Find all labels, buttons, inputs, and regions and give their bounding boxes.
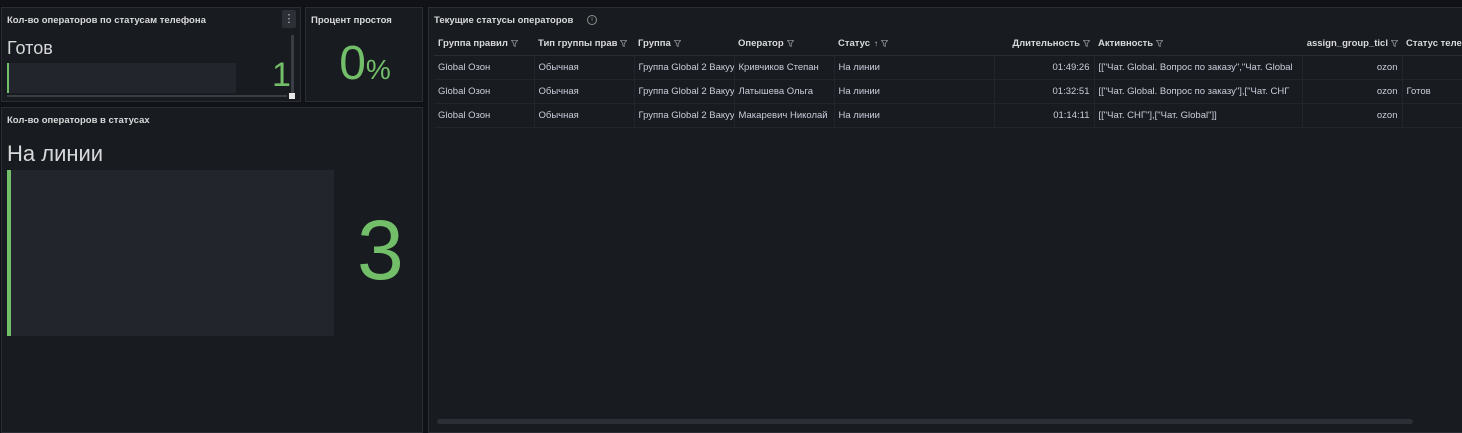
table-cell: Группа Global 2 Вакуу	[634, 79, 735, 104]
table-cell: На линии	[834, 103, 995, 128]
table-cell: Группа Global 2 Вакуу	[634, 103, 735, 128]
table-cell: На линии	[834, 55, 995, 80]
stat-value: 3	[357, 203, 404, 297]
sort-ascending-icon[interactable]: ↑	[874, 39, 878, 48]
operators-table: Группа правил Тип группы прав Группа Опе…	[434, 33, 1462, 128]
table-cell: Global Озон	[434, 55, 535, 80]
table-cell: Кривчиков Степан	[734, 55, 835, 80]
table-cell: ozon	[1302, 79, 1403, 104]
stat-name: На линии	[7, 141, 104, 166]
stat-bar-background	[7, 63, 236, 93]
column-header-label: Длительность	[1012, 38, 1080, 50]
table-row[interactable]: Global Озон Обычная Группа Global 2 Ваку…	[434, 103, 1462, 128]
table-cell: 01:14:11	[994, 103, 1095, 128]
column-header[interactable]: Оператор	[734, 33, 834, 56]
table-cell	[1402, 55, 1462, 80]
table-cell: Global Озон	[434, 103, 535, 128]
stat-bar-fill	[7, 63, 9, 93]
stat-name: Готов	[7, 38, 53, 58]
table-cell: [["Чат. Global. Вопрос по заказу","Чат. …	[1094, 55, 1303, 80]
column-header[interactable]: Длительность	[994, 33, 1094, 56]
column-header-label: Тип группы прав	[538, 38, 618, 50]
current-statuses-panel: Текущие статусы операторов i Группа прав…	[428, 7, 1462, 433]
table-cell: Обычная	[534, 79, 635, 104]
column-header[interactable]: Тип группы прав	[534, 33, 634, 56]
table-cell: 01:32:51	[994, 79, 1095, 104]
column-header-label: Группа правил	[438, 38, 508, 50]
filter-icon[interactable]	[881, 40, 889, 48]
table-cell	[1402, 103, 1462, 128]
horizontal-scrollbar[interactable]	[7, 95, 287, 97]
filter-icon[interactable]	[1083, 40, 1090, 48]
table-cell: ozon	[1302, 103, 1403, 128]
panel-title: Процент простоя	[311, 15, 392, 26]
stat-bar-fill	[7, 170, 11, 336]
column-header-label: Статус	[838, 38, 871, 50]
table-cell: 01:49:26	[994, 55, 1095, 80]
column-header[interactable]: Группа	[634, 33, 734, 56]
table-horizontal-scrollbar[interactable]	[437, 419, 1413, 424]
column-header[interactable]: Статус теле	[1402, 33, 1462, 56]
filter-icon[interactable]	[1156, 40, 1164, 48]
vertical-scrollbar[interactable]	[291, 35, 294, 95]
column-header-label: Группа	[638, 38, 671, 50]
column-header[interactable]: Статус ↑	[834, 33, 994, 56]
filter-icon[interactable]	[510, 40, 518, 48]
phone-status-panel: Кол-во операторов по статусам телефона ⋮…	[1, 7, 301, 102]
table-row[interactable]: Global Озон Обычная Группа Global 2 Ваку…	[434, 55, 1462, 80]
percent-unit: %	[365, 54, 391, 85]
column-header[interactable]: assign_group_ticl	[1302, 33, 1402, 56]
status-count-panel: Кол-во операторов в статусах На линии 3	[1, 107, 423, 433]
table-cell: [["Чат. Global. Вопрос по заказу"],["Чат…	[1094, 79, 1303, 104]
column-header[interactable]: Активность	[1094, 33, 1302, 56]
idle-percent-number: 0	[339, 37, 366, 90]
stat-bar-background	[7, 170, 334, 336]
filter-icon[interactable]	[673, 40, 681, 48]
table-cell: Global Озон	[434, 79, 535, 104]
filter-icon[interactable]	[620, 40, 628, 48]
column-header-label: Оператор	[738, 38, 784, 50]
info-circle-icon[interactable]: i	[587, 15, 597, 25]
table-cell: Готов	[1402, 79, 1462, 104]
idle-percent-panel: Процент простоя 0%	[305, 7, 423, 102]
column-header-label: Активность	[1098, 38, 1154, 50]
vertical-ellipsis-icon[interactable]: ⋮	[282, 10, 296, 28]
column-header-label: Статус теле	[1406, 38, 1462, 50]
table-cell: ozon	[1302, 55, 1403, 80]
stat-value: 1	[272, 56, 291, 94]
filter-icon[interactable]	[786, 40, 794, 48]
panel-title: Кол-во операторов по статусам телефона	[7, 15, 206, 26]
panel-title: Кол-во операторов в статусах	[7, 115, 150, 126]
table-row[interactable]: Global Озон Обычная Группа Global 2 Ваку…	[434, 79, 1462, 104]
panel-title: Текущие статусы операторов	[434, 15, 574, 26]
table-cell: Обычная	[534, 55, 635, 80]
table-cell: Группа Global 2 Вакуу	[634, 55, 735, 80]
table-cell: Макаревич Николай	[734, 103, 835, 128]
table-cell: Латышева Ольга	[734, 79, 835, 104]
table-cell: [["Чат. СНГ"],["Чат. Global"]]	[1094, 103, 1303, 128]
resize-handle[interactable]	[289, 93, 295, 99]
table-cell: Обычная	[534, 103, 635, 128]
column-header[interactable]: Группа правил	[434, 33, 534, 56]
filter-icon[interactable]	[1391, 40, 1398, 48]
table-header-row: Группа правил Тип группы прав Группа Опе…	[434, 33, 1462, 56]
table-cell: На линии	[834, 79, 995, 104]
idle-percent-value: 0%	[306, 37, 422, 90]
column-header-label: assign_group_ticl	[1306, 38, 1388, 50]
